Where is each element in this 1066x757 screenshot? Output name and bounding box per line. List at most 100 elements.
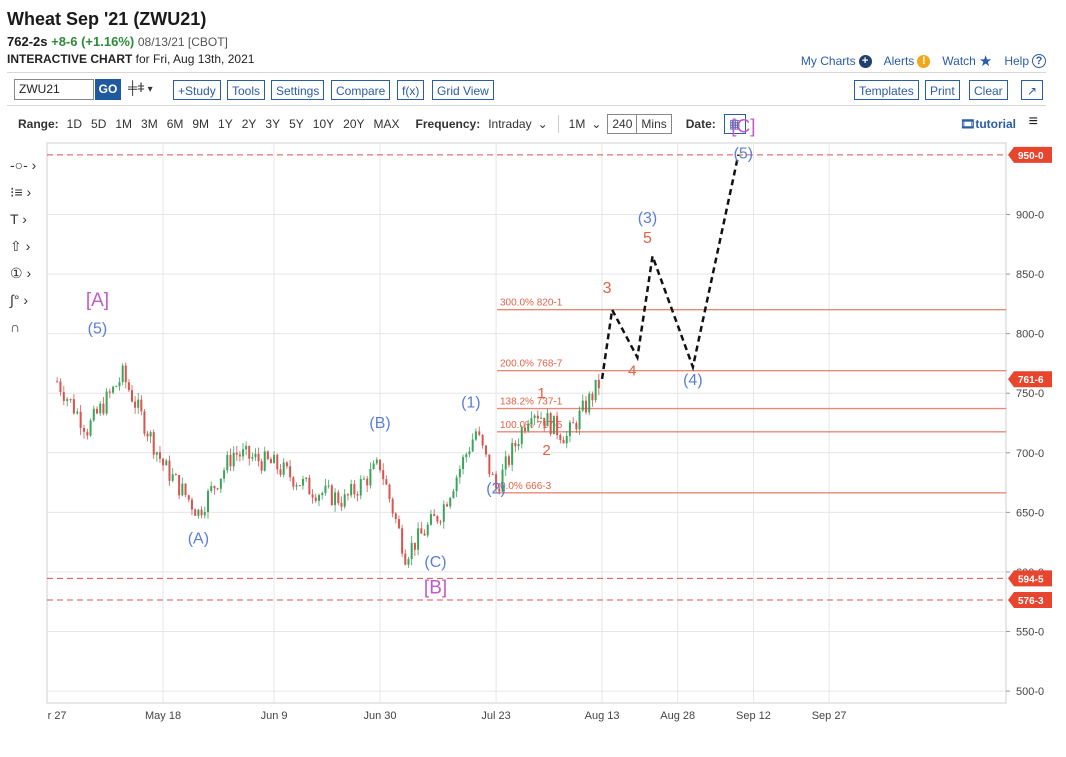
candle-body [152, 432, 155, 455]
candle-body [572, 422, 575, 424]
candle-body [99, 403, 102, 414]
y-tick-label: 700-0 [1016, 448, 1044, 460]
candle-body [394, 513, 397, 520]
candle-body [517, 444, 520, 447]
price-tag-label: 761-6 [1018, 375, 1044, 386]
wave-label: (5) [88, 321, 108, 338]
wave-label: [B] [424, 577, 447, 598]
candle-body [575, 423, 578, 430]
x-tick-label: May 18 [145, 710, 181, 722]
candle-body [369, 469, 372, 486]
candle-body [178, 474, 181, 496]
candle-body [330, 485, 333, 505]
magnet-tool[interactable]: ∩ [10, 319, 20, 335]
x-tick-label: Sep 12 [736, 710, 771, 722]
candle-body [124, 365, 127, 383]
candle-body [356, 494, 359, 496]
candle-body [485, 445, 487, 455]
candle-body [292, 477, 295, 487]
candle-body [311, 494, 314, 498]
candle-body [216, 488, 219, 490]
crosshair-tool[interactable]: -○- › [10, 157, 36, 173]
candle-body [407, 559, 410, 565]
y-tick-label: 750-0 [1016, 388, 1044, 400]
candle-body [210, 486, 213, 491]
candle-body [353, 484, 356, 495]
text-tool[interactable]: T › [10, 211, 27, 227]
x-tick-label: Sep 27 [812, 710, 847, 722]
candle-body [59, 381, 62, 393]
wave-label: 4 [628, 362, 636, 379]
candle-body [168, 460, 171, 481]
candle-body [69, 399, 72, 401]
wave-count-tool[interactable]: ① › [10, 265, 31, 282]
x-tick-label: Jun 30 [364, 710, 397, 722]
candle-body [433, 514, 436, 517]
candle-body [401, 528, 404, 554]
candle-body [426, 524, 429, 536]
wave-label: 5 [643, 230, 652, 247]
arrow-tool[interactable]: ⇧ › [10, 238, 30, 255]
candle-body [184, 483, 187, 496]
candle-body [591, 393, 594, 401]
fibonacci-icon: ⁝≡ [10, 184, 23, 200]
candle-body [549, 413, 552, 435]
candle-body [449, 497, 452, 507]
candle-body [308, 477, 311, 495]
candle-body [488, 454, 491, 475]
candle-body [504, 456, 507, 470]
price-chart[interactable]: r 27 May 18 Jun 9 Jun 30 Jul 23 Aug 13 Aug 28 S… [0, 0, 1066, 757]
y-tick-label: 500-0 [1016, 686, 1044, 698]
candle-body [474, 431, 477, 440]
candle-body [223, 470, 226, 479]
candle-body [455, 477, 458, 492]
candle-body [146, 433, 149, 437]
candle-body [200, 509, 203, 516]
candle-body [66, 399, 69, 401]
candle-body [76, 411, 79, 414]
candle-body [439, 521, 442, 523]
candle-body [226, 454, 229, 471]
candle-body [372, 463, 375, 470]
candle-body [245, 445, 248, 450]
candle-body [452, 491, 455, 498]
candle-body [556, 415, 559, 436]
wave-label: 3 [603, 280, 612, 297]
candle-body [165, 460, 168, 466]
candle-body [471, 439, 474, 452]
curve-icon: ∫° [10, 292, 20, 308]
candle-body [108, 391, 111, 393]
candle-body [429, 514, 432, 525]
candle-body [238, 454, 241, 457]
candle-body [382, 470, 385, 480]
candle-body [187, 495, 190, 500]
candle-body [410, 542, 413, 560]
candle-body [318, 495, 321, 501]
fib-tool[interactable]: ⁝≡ › [10, 184, 31, 201]
candle-body [285, 462, 288, 467]
candle-body [298, 485, 301, 487]
candle-body [254, 453, 257, 458]
candle-body [588, 393, 591, 413]
candle-body [263, 451, 266, 471]
candle-body [235, 452, 238, 455]
candle-body [197, 509, 200, 516]
candle-body [260, 461, 263, 471]
curve-tool[interactable]: ∫° › [10, 292, 28, 308]
candle-body [559, 435, 562, 441]
candle-body [279, 469, 282, 475]
y-tick-label: 650-0 [1016, 507, 1044, 519]
wave-label: 2 [542, 442, 550, 459]
candle-body [366, 478, 369, 486]
candle-body [257, 453, 260, 462]
candle-body [388, 484, 391, 500]
wave-label: (A) [188, 530, 209, 547]
candle-body [102, 403, 105, 414]
text-icon: T [10, 211, 19, 227]
candle-body [251, 457, 254, 459]
x-tick-label: Aug 13 [585, 710, 620, 722]
candle-body [171, 474, 174, 481]
wave-label: 1 [537, 385, 545, 402]
candle-body [89, 420, 92, 436]
candle-body [359, 478, 362, 496]
